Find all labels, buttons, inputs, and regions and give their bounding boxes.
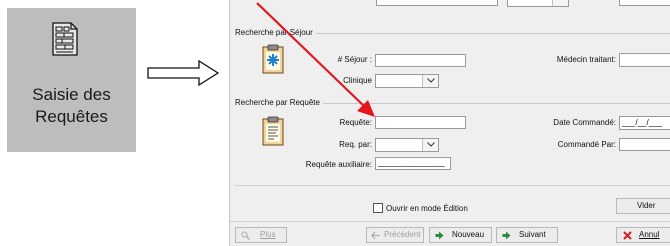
precedent-button[interactable]: Précédent — [366, 227, 424, 243]
top-field-2[interactable] — [619, 0, 670, 6]
requete-auxiliaire-value: _______________ — [378, 158, 445, 167]
clinique-dropdown-button[interactable] — [422, 75, 438, 87]
plus-label: Plus — [260, 230, 276, 239]
sejour-input[interactable] — [375, 54, 466, 67]
clinique-label: Clinique — [343, 76, 372, 85]
nouveau-button[interactable]: Nouveau — [429, 227, 492, 243]
requete-auxiliaire-label: Requête auxiliaire: — [305, 160, 372, 169]
document-form-icon — [52, 22, 78, 56]
date-commande-field[interactable]: ___/__/___ — [619, 116, 670, 130]
commande-par-label: Commandé Par: — [557, 140, 616, 149]
req-par-label: Req. par: — [339, 140, 372, 149]
date-commande-label: Date Commandé: — [553, 118, 616, 127]
top-field-1[interactable] — [376, 0, 498, 6]
divider-1 — [235, 185, 670, 186]
suivant-label: Suivant — [519, 230, 546, 239]
annuler-label: Annul — [639, 230, 660, 239]
top-combo[interactable] — [507, 0, 569, 7]
tile-label: Saisie des Requêtes — [7, 84, 136, 128]
date-commande-value: ___/__/___ — [622, 118, 663, 127]
clinique-select[interactable] — [375, 74, 439, 88]
annuler-button[interactable]: Annul — [616, 227, 670, 243]
chevron-down-icon — [427, 78, 435, 83]
green-arrow-right-icon — [435, 231, 444, 240]
cancel-x-icon — [623, 231, 632, 240]
vider-label: Vider — [637, 201, 656, 210]
requete-input[interactable] — [375, 116, 466, 129]
commande-par-input[interactable] — [619, 138, 670, 151]
magnifier-icon — [241, 231, 250, 240]
req-par-select[interactable] — [375, 138, 439, 152]
divider-2 — [230, 221, 670, 222]
req-par-dropdown-button[interactable] — [422, 139, 438, 151]
green-arrow-right-icon — [502, 231, 511, 240]
tile-label-line2: Requêtes — [35, 107, 108, 126]
sejour-label: # Séjour : — [337, 55, 372, 64]
requete-auxiliaire-input[interactable]: _______________ — [375, 157, 451, 170]
nouveau-label: Nouveau — [452, 230, 485, 239]
saisie-requetes-tile[interactable]: Saisie des Requêtes — [7, 8, 136, 152]
section-sejour-title: Recherche par Séjour — [235, 28, 316, 37]
tile-label-line1: Saisie des — [32, 85, 111, 104]
medical-record-icon — [262, 44, 284, 74]
precedent-label: Précédent — [384, 230, 421, 239]
ouvrir-edition-checkbox[interactable] — [373, 203, 383, 213]
requete-label: Requête: — [339, 118, 372, 127]
ouvrir-edition-label: Ouvrir en mode Édition — [386, 204, 468, 213]
arrow-left-icon — [371, 231, 380, 240]
suivant-button[interactable]: Suivant — [496, 227, 558, 243]
section-requete-title: Recherche par Requête — [235, 98, 323, 107]
chevron-down-icon — [427, 142, 435, 147]
document-icon — [262, 116, 284, 146]
hollow-right-arrow-icon — [147, 60, 219, 86]
vider-button[interactable]: Vider — [616, 198, 670, 214]
plus-button[interactable]: Plus — [235, 227, 287, 243]
saisie-requetes-dialog: Recherche par Séjour # Séjour : Médecin … — [229, 0, 670, 246]
medecin-select[interactable] — [619, 53, 670, 67]
medecin-label: Médecin traitant: — [556, 55, 616, 64]
